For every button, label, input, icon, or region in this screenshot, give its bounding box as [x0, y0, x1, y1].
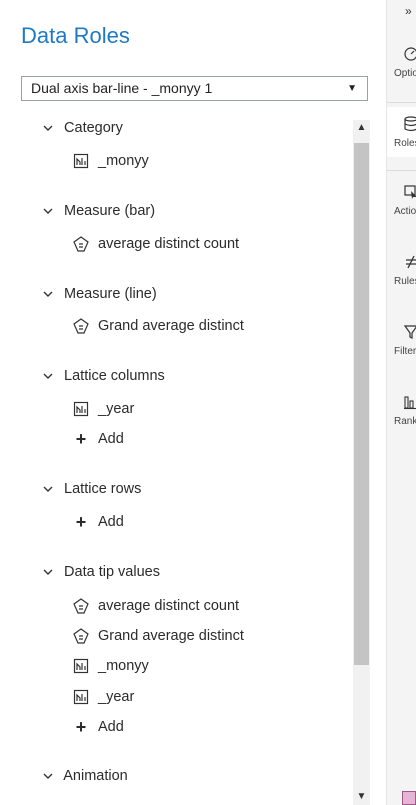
- scroll-up-arrow-icon[interactable]: ▲: [354, 120, 369, 136]
- section-header-category[interactable]: Category: [42, 120, 123, 140]
- chevron-down-icon[interactable]: [42, 205, 54, 217]
- rail-tab-actions[interactable]: Actions: [387, 184, 416, 239]
- chevron-down-icon[interactable]: [42, 122, 54, 134]
- section-label: Animation: [63, 768, 128, 784]
- add-lattice-row-button[interactable]: + Add: [73, 512, 124, 532]
- add-data-tip-button[interactable]: + Add: [73, 717, 124, 737]
- roles-list: Category _monyy Measure (bar) average di…: [0, 110, 352, 805]
- section-label: Data tip values: [64, 564, 160, 580]
- plus-icon: +: [75, 512, 87, 532]
- measure-data-icon: [73, 628, 89, 644]
- section-header-data-tip-values[interactable]: Data tip values: [42, 564, 160, 584]
- chevron-down-icon[interactable]: [42, 370, 54, 382]
- section-label: Category: [64, 120, 123, 136]
- chevron-down-icon[interactable]: [42, 288, 54, 300]
- database-icon: [404, 116, 416, 132]
- section-header-animation[interactable]: Animation: [42, 768, 128, 788]
- scroll-down-arrow-icon[interactable]: ▼: [354, 789, 369, 805]
- measure-data-icon: [73, 236, 89, 252]
- rail-tab-roles[interactable]: Roles: [387, 116, 416, 171]
- rail-divider: [387, 102, 416, 103]
- section-header-measure-bar[interactable]: Measure (bar): [42, 203, 155, 223]
- rail-tab-filters[interactable]: Filters: [387, 324, 416, 379]
- scrollbar-thumb[interactable]: [354, 143, 369, 665]
- chevron-down-icon[interactable]: [42, 770, 54, 782]
- rail-tab-rules[interactable]: Rules: [387, 254, 416, 309]
- section-header-lattice-columns[interactable]: Lattice columns: [42, 368, 165, 388]
- plus-icon: +: [75, 429, 87, 449]
- caret-down-icon[interactable]: ▼: [347, 77, 357, 100]
- role-item[interactable]: average distinct count: [73, 234, 239, 254]
- category-data-icon: [73, 689, 89, 705]
- page-title: Data Roles: [21, 23, 130, 48]
- funnel-icon: [404, 325, 416, 339]
- section-label: Lattice columns: [64, 368, 165, 384]
- object-select-dropdown[interactable]: Dual axis bar-line - _monyy 1 ▼: [21, 76, 368, 101]
- expand-panel-icon[interactable]: »: [405, 4, 412, 18]
- not-equal-icon: [406, 255, 416, 269]
- rail-tab-options[interactable]: Options: [387, 46, 416, 101]
- gauge-icon: [404, 47, 416, 61]
- role-item[interactable]: _year: [73, 399, 134, 419]
- section-header-lattice-rows[interactable]: Lattice rows: [42, 481, 141, 501]
- bar-chart-icon: [404, 396, 416, 410]
- category-data-icon: [73, 401, 89, 417]
- role-item[interactable]: _monyy: [73, 656, 149, 676]
- section-label: Lattice rows: [64, 481, 142, 497]
- corner-badge[interactable]: [402, 791, 416, 805]
- category-data-icon: [73, 153, 89, 169]
- role-item[interactable]: _year: [73, 687, 134, 707]
- data-roles-pane: Data Roles Dual axis bar-line - _monyy 1…: [0, 0, 386, 805]
- object-select-value: Dual axis bar-line - _monyy 1: [31, 80, 213, 96]
- role-item[interactable]: _monyy: [73, 151, 149, 171]
- rail-divider: [387, 170, 416, 171]
- role-item[interactable]: average distinct count: [73, 596, 239, 616]
- plus-icon: +: [75, 717, 87, 737]
- chevron-down-icon[interactable]: [42, 566, 54, 578]
- cursor-box-icon: [404, 185, 416, 199]
- role-item[interactable]: Grand average distinct: [73, 626, 244, 646]
- measure-data-icon: [73, 598, 89, 614]
- chevron-down-icon[interactable]: [42, 483, 54, 495]
- category-data-icon: [73, 658, 89, 674]
- add-lattice-column-button[interactable]: + Add: [73, 429, 124, 449]
- section-header-measure-line[interactable]: Measure (line): [42, 286, 157, 306]
- role-item[interactable]: Grand average distinct: [73, 316, 244, 336]
- measure-data-icon: [73, 318, 89, 334]
- section-label: Measure (line): [64, 286, 157, 302]
- section-label: Measure (bar): [64, 203, 156, 219]
- rail-tab-ranks[interactable]: Ranks: [387, 394, 416, 449]
